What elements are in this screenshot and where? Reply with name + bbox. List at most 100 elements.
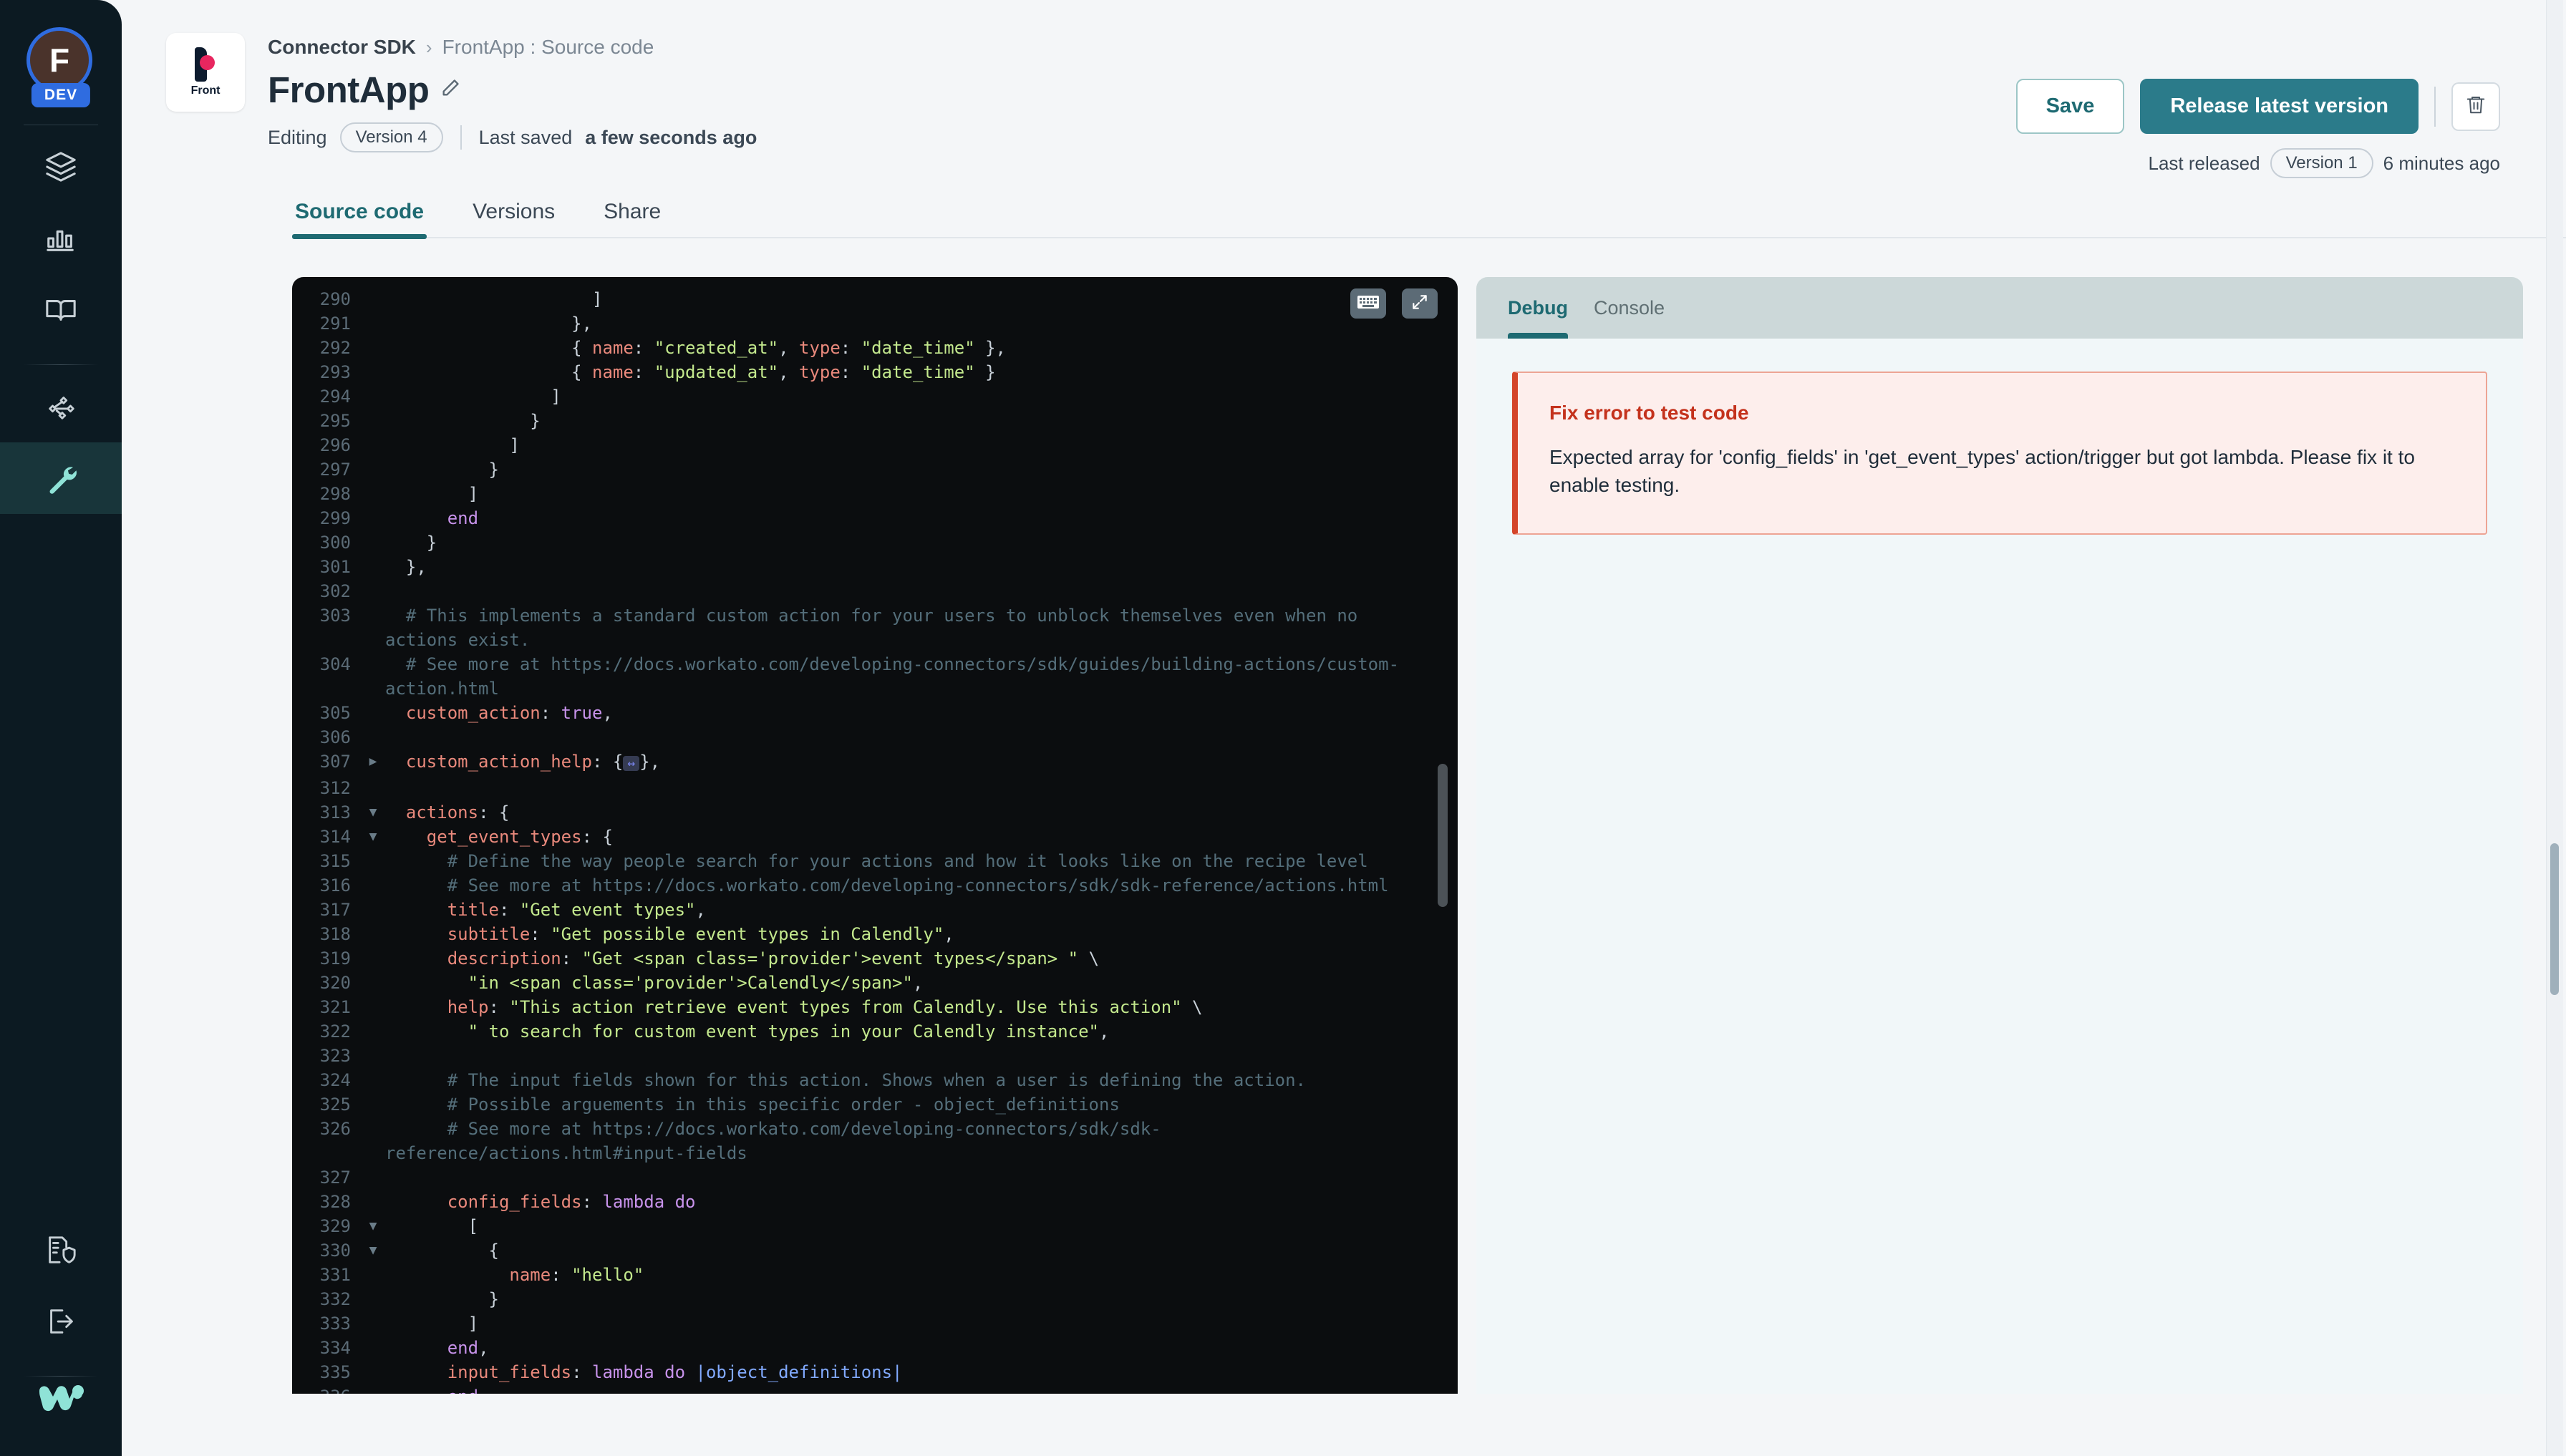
code-line[interactable]: 318 subtitle: "Get possible event types … bbox=[292, 922, 1458, 946]
code-token: "created_at" bbox=[654, 338, 779, 358]
code-line[interactable]: 293 { name: "updated_at", type: "date_ti… bbox=[292, 360, 1458, 384]
code-line[interactable]: 294 ] bbox=[292, 384, 1458, 409]
tab-share[interactable]: Share bbox=[601, 200, 664, 237]
fullscreen-button[interactable] bbox=[1402, 288, 1438, 319]
sidebar-item-tools[interactable] bbox=[0, 442, 122, 514]
tab-source-code[interactable]: Source code bbox=[292, 200, 427, 239]
fold-toggle-icon[interactable]: ▼ bbox=[361, 800, 385, 825]
editor-scrollbar-thumb[interactable] bbox=[1438, 764, 1448, 907]
code-line[interactable]: 319 description: "Get <span class='provi… bbox=[292, 946, 1458, 971]
release-latest-version-button[interactable]: Release latest version bbox=[2140, 79, 2419, 134]
code-line[interactable]: 326 # See more at https://docs.workato.c… bbox=[292, 1117, 1458, 1165]
delete-connector-button[interactable] bbox=[2451, 82, 2500, 131]
page-scrollbar-thumb[interactable] bbox=[2550, 843, 2559, 995]
code-line[interactable]: 301 }, bbox=[292, 555, 1458, 579]
code-editor[interactable]: 290 ] 291 }, 292 { name: "created_at", typ… bbox=[292, 277, 1458, 1394]
editor-toolbar bbox=[1350, 288, 1438, 319]
code-line[interactable]: 324 # The input fields shown for this ac… bbox=[292, 1068, 1458, 1092]
code-line[interactable]: 329 ▼ [ bbox=[292, 1214, 1458, 1238]
projects-icon bbox=[44, 150, 77, 183]
code-line[interactable]: 316 # See more at https://docs.workato.c… bbox=[292, 873, 1458, 898]
code-line[interactable]: 307 ▶ custom_action_help: {↔}, bbox=[292, 749, 1458, 776]
tab-debug[interactable]: Debug bbox=[1508, 297, 1568, 339]
code-line[interactable]: 327 bbox=[292, 1165, 1458, 1190]
keyboard-shortcuts-button[interactable] bbox=[1350, 288, 1386, 319]
last-released-label: Last released bbox=[2148, 152, 2260, 174]
line-number: 318 bbox=[319, 924, 351, 944]
code-line[interactable]: 314 ▼ get_event_types: { bbox=[292, 825, 1458, 849]
code-line[interactable]: 321 help: "This action retrieve event ty… bbox=[292, 995, 1458, 1019]
code-token: # Define the way people search for your … bbox=[385, 851, 1368, 871]
tab-console[interactable]: Console bbox=[1594, 297, 1665, 339]
code-line[interactable]: 305 custom_action: true, bbox=[292, 701, 1458, 725]
code-token: \ bbox=[1181, 997, 1203, 1017]
fold-placeholder bbox=[361, 995, 385, 1019]
save-button[interactable]: Save bbox=[2015, 79, 2125, 134]
code-token: : bbox=[633, 338, 654, 358]
line-number: 296 bbox=[319, 435, 351, 455]
code-line[interactable]: 298 ] bbox=[292, 482, 1458, 506]
code-line[interactable]: 296 ] bbox=[292, 433, 1458, 457]
code-line[interactable]: 295 } bbox=[292, 409, 1458, 433]
code-line[interactable]: 299 end bbox=[292, 506, 1458, 530]
library-icon bbox=[44, 293, 77, 326]
code-line[interactable]: 290 ] bbox=[292, 287, 1458, 311]
line-number: 332 bbox=[319, 1289, 351, 1309]
code-line[interactable]: 302 bbox=[292, 579, 1458, 603]
user-avatar-group[interactable]: F DEV bbox=[26, 27, 95, 107]
code-line[interactable]: 312 bbox=[292, 776, 1458, 800]
fold-placeholder bbox=[361, 287, 385, 311]
code-token: , bbox=[602, 703, 613, 723]
code-line[interactable]: 333 ] bbox=[292, 1311, 1458, 1336]
sidebar-item-insights[interactable] bbox=[0, 203, 122, 274]
code-text: # See more at https://docs.workato.com/d… bbox=[385, 1117, 1458, 1165]
code-line[interactable]: 328 config_fields: lambda do bbox=[292, 1190, 1458, 1214]
code-token: , bbox=[778, 338, 799, 358]
code-token: # See more at https://docs.workato.com/d… bbox=[385, 875, 1389, 896]
code-line[interactable]: 332 } bbox=[292, 1287, 1458, 1311]
sidebar-item-audit-log[interactable] bbox=[0, 1214, 122, 1286]
code-line[interactable]: 320 "in <span class='provider'>Calendly<… bbox=[292, 971, 1458, 995]
fold-toggle-icon[interactable]: ▶ bbox=[361, 749, 385, 776]
page-scrollbar-track[interactable] bbox=[2546, 0, 2563, 1456]
code-line[interactable]: 322 " to search for custom event types i… bbox=[292, 1019, 1458, 1044]
sidebar-item-connections[interactable] bbox=[0, 371, 122, 442]
fold-toggle-icon[interactable]: ▼ bbox=[361, 1214, 385, 1238]
code-line[interactable]: 306 bbox=[292, 725, 1458, 749]
code-line[interactable]: 292 { name: "created_at", type: "date_ti… bbox=[292, 336, 1458, 360]
code-line[interactable]: 300 } bbox=[292, 530, 1458, 555]
code-line[interactable]: 317 title: "Get event types", bbox=[292, 898, 1458, 922]
fold-toggle-icon[interactable]: ▼ bbox=[361, 825, 385, 849]
code-line[interactable]: 331 name: "hello" bbox=[292, 1263, 1458, 1287]
code-token: } bbox=[385, 411, 541, 431]
sidebar-item-projects[interactable] bbox=[0, 131, 122, 203]
line-number: 336 bbox=[292, 1384, 361, 1394]
code-line[interactable]: 334 end, bbox=[292, 1336, 1458, 1360]
code-line[interactable]: 315 # Define the way people search for y… bbox=[292, 849, 1458, 873]
code-line[interactable]: 297 } bbox=[292, 457, 1458, 482]
code-lines[interactable]: 290 ] 291 }, 292 { name: "created_at", typ… bbox=[292, 277, 1458, 1394]
code-line[interactable]: 325 # Possible arguements in this specif… bbox=[292, 1092, 1458, 1117]
code-line[interactable]: 335 input_fields: lambda do |object_defi… bbox=[292, 1360, 1458, 1384]
code-token: \ bbox=[1078, 948, 1100, 969]
code-text: }, bbox=[385, 555, 1458, 579]
code-line[interactable]: 313 ▼ actions: { bbox=[292, 800, 1458, 825]
code-line[interactable]: 323 bbox=[292, 1044, 1458, 1068]
line-number: 315 bbox=[319, 851, 351, 871]
fold-placeholder bbox=[361, 1019, 385, 1044]
sidebar-item-logout[interactable] bbox=[0, 1286, 122, 1357]
code-line[interactable]: 336 end, bbox=[292, 1384, 1458, 1394]
code-line[interactable]: 291 }, bbox=[292, 311, 1458, 336]
code-line[interactable]: 304 # See more at https://docs.workato.c… bbox=[292, 652, 1458, 701]
workato-logo[interactable] bbox=[37, 1382, 84, 1419]
code-token: "updated_at" bbox=[654, 362, 779, 382]
code-line[interactable]: 330 ▼ { bbox=[292, 1238, 1458, 1263]
fold-toggle-icon[interactable]: ▼ bbox=[361, 1238, 385, 1263]
pencil-icon[interactable] bbox=[440, 78, 460, 102]
sidebar-item-library[interactable] bbox=[0, 274, 122, 346]
code-line[interactable]: 303 # This implements a standard custom … bbox=[292, 603, 1458, 652]
code-token: type bbox=[799, 362, 841, 382]
breadcrumb-root[interactable]: Connector SDK bbox=[268, 36, 416, 59]
tab-versions[interactable]: Versions bbox=[470, 200, 558, 237]
